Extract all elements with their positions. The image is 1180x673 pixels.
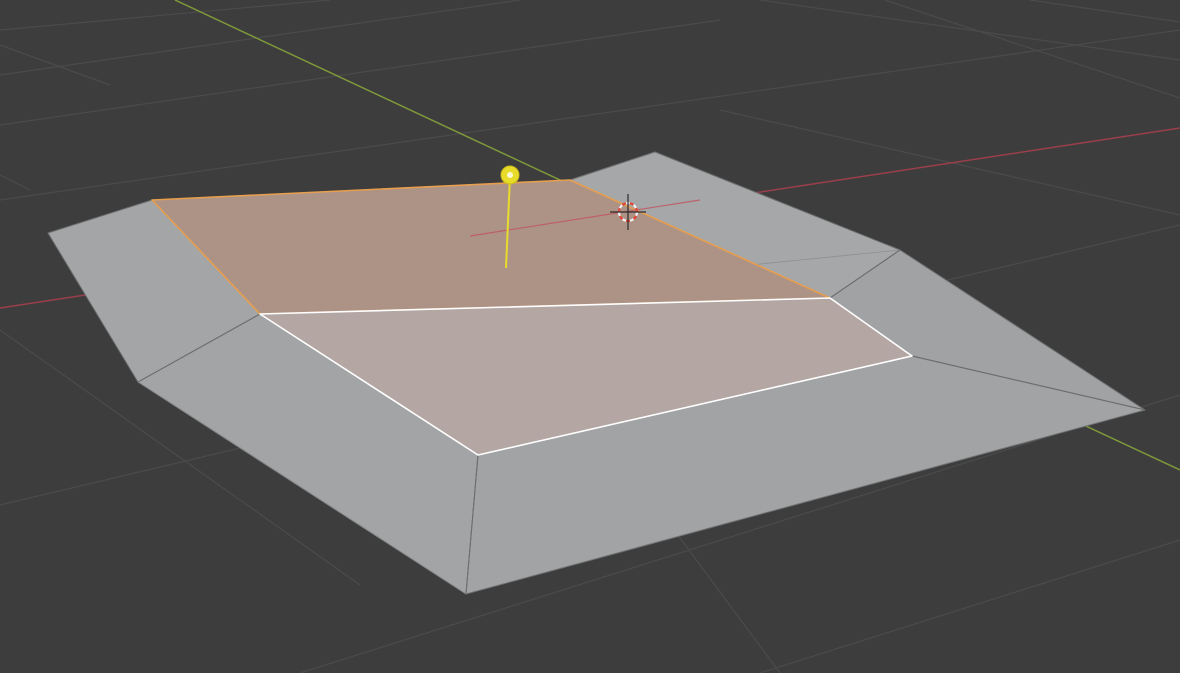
viewport-canvas[interactable]	[0, 0, 1180, 673]
3d-viewport[interactable]	[0, 0, 1180, 673]
